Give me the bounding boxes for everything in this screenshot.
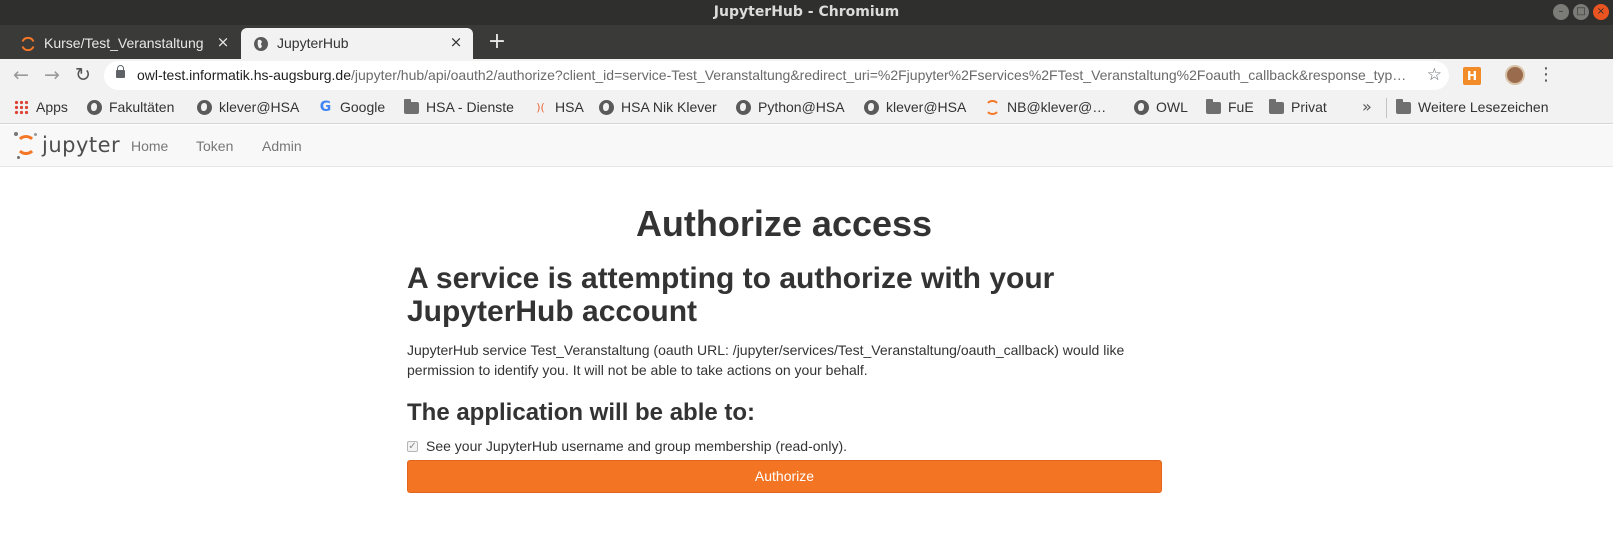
bookmark-label: NB@klever@… [1007,99,1107,115]
scope-item: ✓ See your JupyterHub username and group… [407,438,1162,458]
nav-home[interactable]: Home [131,138,168,154]
globe-icon [864,100,879,115]
forward-button[interactable]: → [40,63,64,87]
close-window-button[interactable]: × [1593,4,1609,20]
globe-icon [87,100,102,115]
url-path: /jupyter/hub/api/oauth2/authorize?client… [351,67,1407,83]
bookmarks-bar: Apps Fakultäten klever@HSA G Google HSA … [0,92,1613,124]
folder-icon [1269,99,1284,114]
folder-icon [1396,99,1411,114]
bookmark-label: klever@HSA [219,99,300,115]
service-description: JupyterHub service Test_Veranstaltung (o… [407,342,1125,378]
tab-jupyterhub[interactable]: JupyterHub × [241,28,473,59]
apps-grid-icon [14,100,29,115]
tab-close-icon[interactable]: × [214,33,232,51]
url-text[interactable]: owl-test.informatik.hs-augsburg.de/jupyt… [137,67,1412,83]
bookmark-label: FuE [1228,99,1254,115]
tab-strip: Kurse/Test_Veranstaltung × JupyterHub × … [0,25,1613,59]
folder-icon [404,99,419,114]
authorize-panel: A service is attempting to authorize wit… [407,262,1162,493]
jupyter-navbar: jupyter Home Token Admin [0,125,1613,167]
nav-admin[interactable]: Admin [262,138,302,154]
tab-close-icon[interactable]: × [447,33,465,51]
bookmark-label: Privat [1291,99,1327,115]
profile-avatar[interactable] [1505,65,1525,85]
bookmark-label: OWL [1156,99,1188,115]
scope-checkbox[interactable]: ✓ [407,441,418,452]
bookmark-label: HSA [555,99,584,115]
bookmarks-overflow-button[interactable]: » [1362,97,1372,116]
bookmark-label: Python@HSA [758,99,845,115]
globe-icon [599,100,614,115]
tab-kurse[interactable]: Kurse/Test_Veranstaltung × [8,28,240,59]
jupyter-logo-icon [16,135,36,155]
jupyter-wordmark: jupyter [42,133,121,157]
minimize-button[interactable]: – [1553,4,1569,20]
logo-dot [34,133,37,136]
logo-dot [17,156,20,159]
tab-label: Kurse/Test_Veranstaltung [44,35,204,51]
hsa-icon: )( [536,101,545,114]
window-titlebar: JupyterHub - Chromium – □ × [0,0,1613,25]
scopes-heading: The application will be able to: [407,399,756,426]
reload-button[interactable]: ↻ [71,63,95,87]
nav-token[interactable]: Token [196,138,233,154]
google-icon: G [319,99,332,115]
logo-dot [14,132,18,136]
bookmark-label: HSA Nik Klever [621,99,717,115]
tab-label: JupyterHub [277,35,349,51]
bookmark-star-icon[interactable]: ☆ [1427,65,1442,85]
browser-toolbar: ← → ↻ owl-test.informatik.hs-augsburg.de… [0,59,1613,92]
maximize-icon: □ [1576,6,1586,17]
service-heading: A service is attempting to authorize wit… [407,262,1055,328]
page-title: Authorize access [635,203,933,244]
globe-icon [197,100,212,115]
scope-label: See your JupyterHub username and group m… [426,438,847,454]
url-host: owl-test.informatik.hs-augsburg.de [137,67,351,83]
new-tab-button[interactable]: + [484,29,510,55]
globe-icon [736,100,751,115]
bookmarks-separator [1386,98,1387,118]
globe-icon [1134,100,1149,115]
bookmark-label: Google [340,99,386,115]
maximize-button[interactable]: □ [1573,4,1589,20]
bookmark-label: Weitere Lesezeichen [1418,99,1549,115]
globe-icon [254,37,268,51]
back-button[interactable]: ← [9,63,33,87]
bookmark-label: Apps [36,99,68,115]
close-icon: × [1596,6,1606,17]
lock-icon[interactable] [116,65,125,78]
jupyter-icon [985,100,1000,115]
bookmark-label: klever@HSA [886,99,967,115]
minimize-icon: – [1558,6,1564,17]
jupyter-logo[interactable]: jupyter [14,131,124,161]
jupyter-icon [21,36,35,52]
folder-icon [1206,99,1221,114]
bookmark-label: HSA - Dienste [426,99,514,115]
authorize-button[interactable]: Authorize [407,460,1162,493]
bookmark-label: Fakultäten [109,99,175,115]
extension-icon[interactable]: H [1463,67,1481,85]
address-bar[interactable]: owl-test.informatik.hs-augsburg.de/jupyt… [104,61,1449,90]
window-title: JupyterHub - Chromium [713,4,900,20]
browser-menu-icon[interactable]: ⋮ [1536,63,1556,87]
